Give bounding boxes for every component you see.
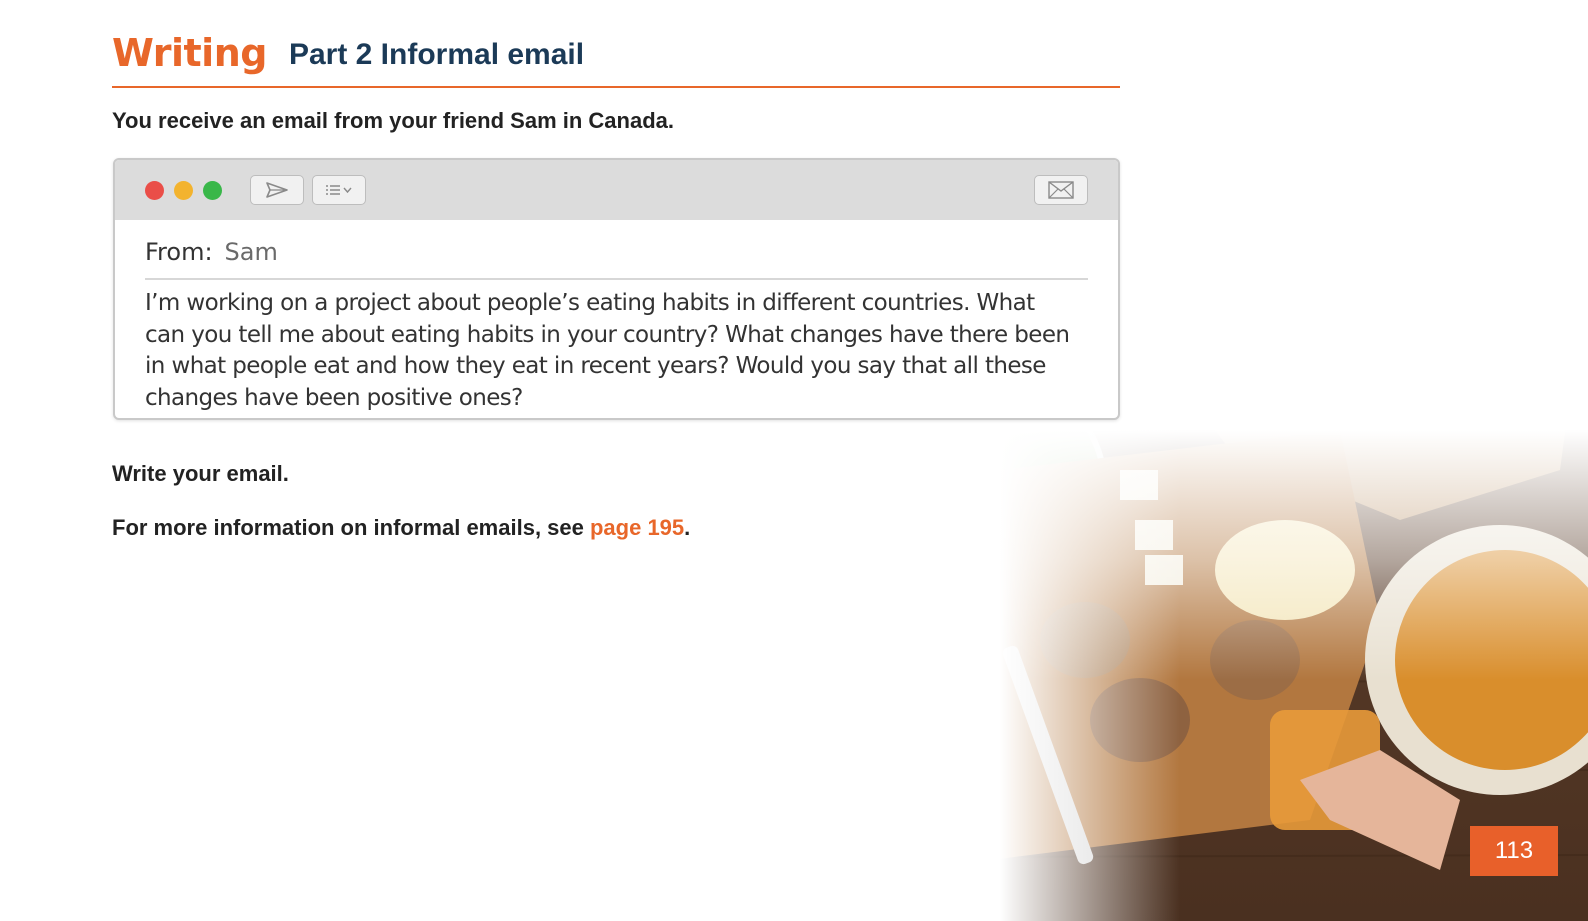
close-window-dot[interactable] — [145, 180, 164, 200]
from-label: From: — [145, 238, 213, 266]
instruction-suffix: . — [282, 461, 289, 486]
info-note: For more information on informal emails,… — [112, 515, 690, 541]
email-message: I’m working on a project about people’s … — [145, 288, 1075, 414]
info-suffix: . — [684, 515, 691, 540]
message-line: can you tell me about eating habits in y… — [145, 321, 1070, 348]
email-window: From: Sam I’m working on a project about… — [113, 158, 1120, 420]
message-line: in what people eat and how they eat in r… — [145, 353, 1046, 379]
instruction-prefix: Write your — [112, 461, 227, 486]
section-header: Writing Part 2 Informal email — [112, 30, 1120, 88]
page-number: 113 — [1470, 826, 1558, 876]
minimize-window-dot[interactable] — [174, 180, 193, 200]
part-title: Part 2 Informal email — [288, 38, 585, 71]
from-row: From: Sam — [145, 232, 1088, 280]
message-line: I’m working on a project about people’s … — [145, 290, 1035, 316]
page-reference-link[interactable]: page 195 — [590, 515, 684, 540]
list-menu-icon — [326, 185, 352, 195]
send-button[interactable] — [250, 175, 304, 205]
from-name: Sam — [224, 238, 278, 266]
instruction-emphasis: email — [226, 461, 283, 486]
task-instruction: Write your email. — [112, 461, 289, 487]
envelope-icon — [1048, 181, 1074, 199]
email-body: From: Sam I’m working on a project about… — [115, 220, 1118, 414]
section-title: Writing — [112, 31, 267, 75]
info-text: For more information on informal emails,… — [112, 515, 590, 540]
list-menu-button[interactable] — [312, 175, 366, 205]
email-toolbar — [115, 160, 1118, 220]
maximize-window-dot[interactable] — [203, 180, 222, 200]
mail-button[interactable] — [1034, 175, 1088, 205]
send-icon — [266, 182, 288, 198]
message-line: changes have been positive ones? — [145, 384, 523, 411]
task-intro: You receive an email from your friend Sa… — [112, 108, 674, 133]
